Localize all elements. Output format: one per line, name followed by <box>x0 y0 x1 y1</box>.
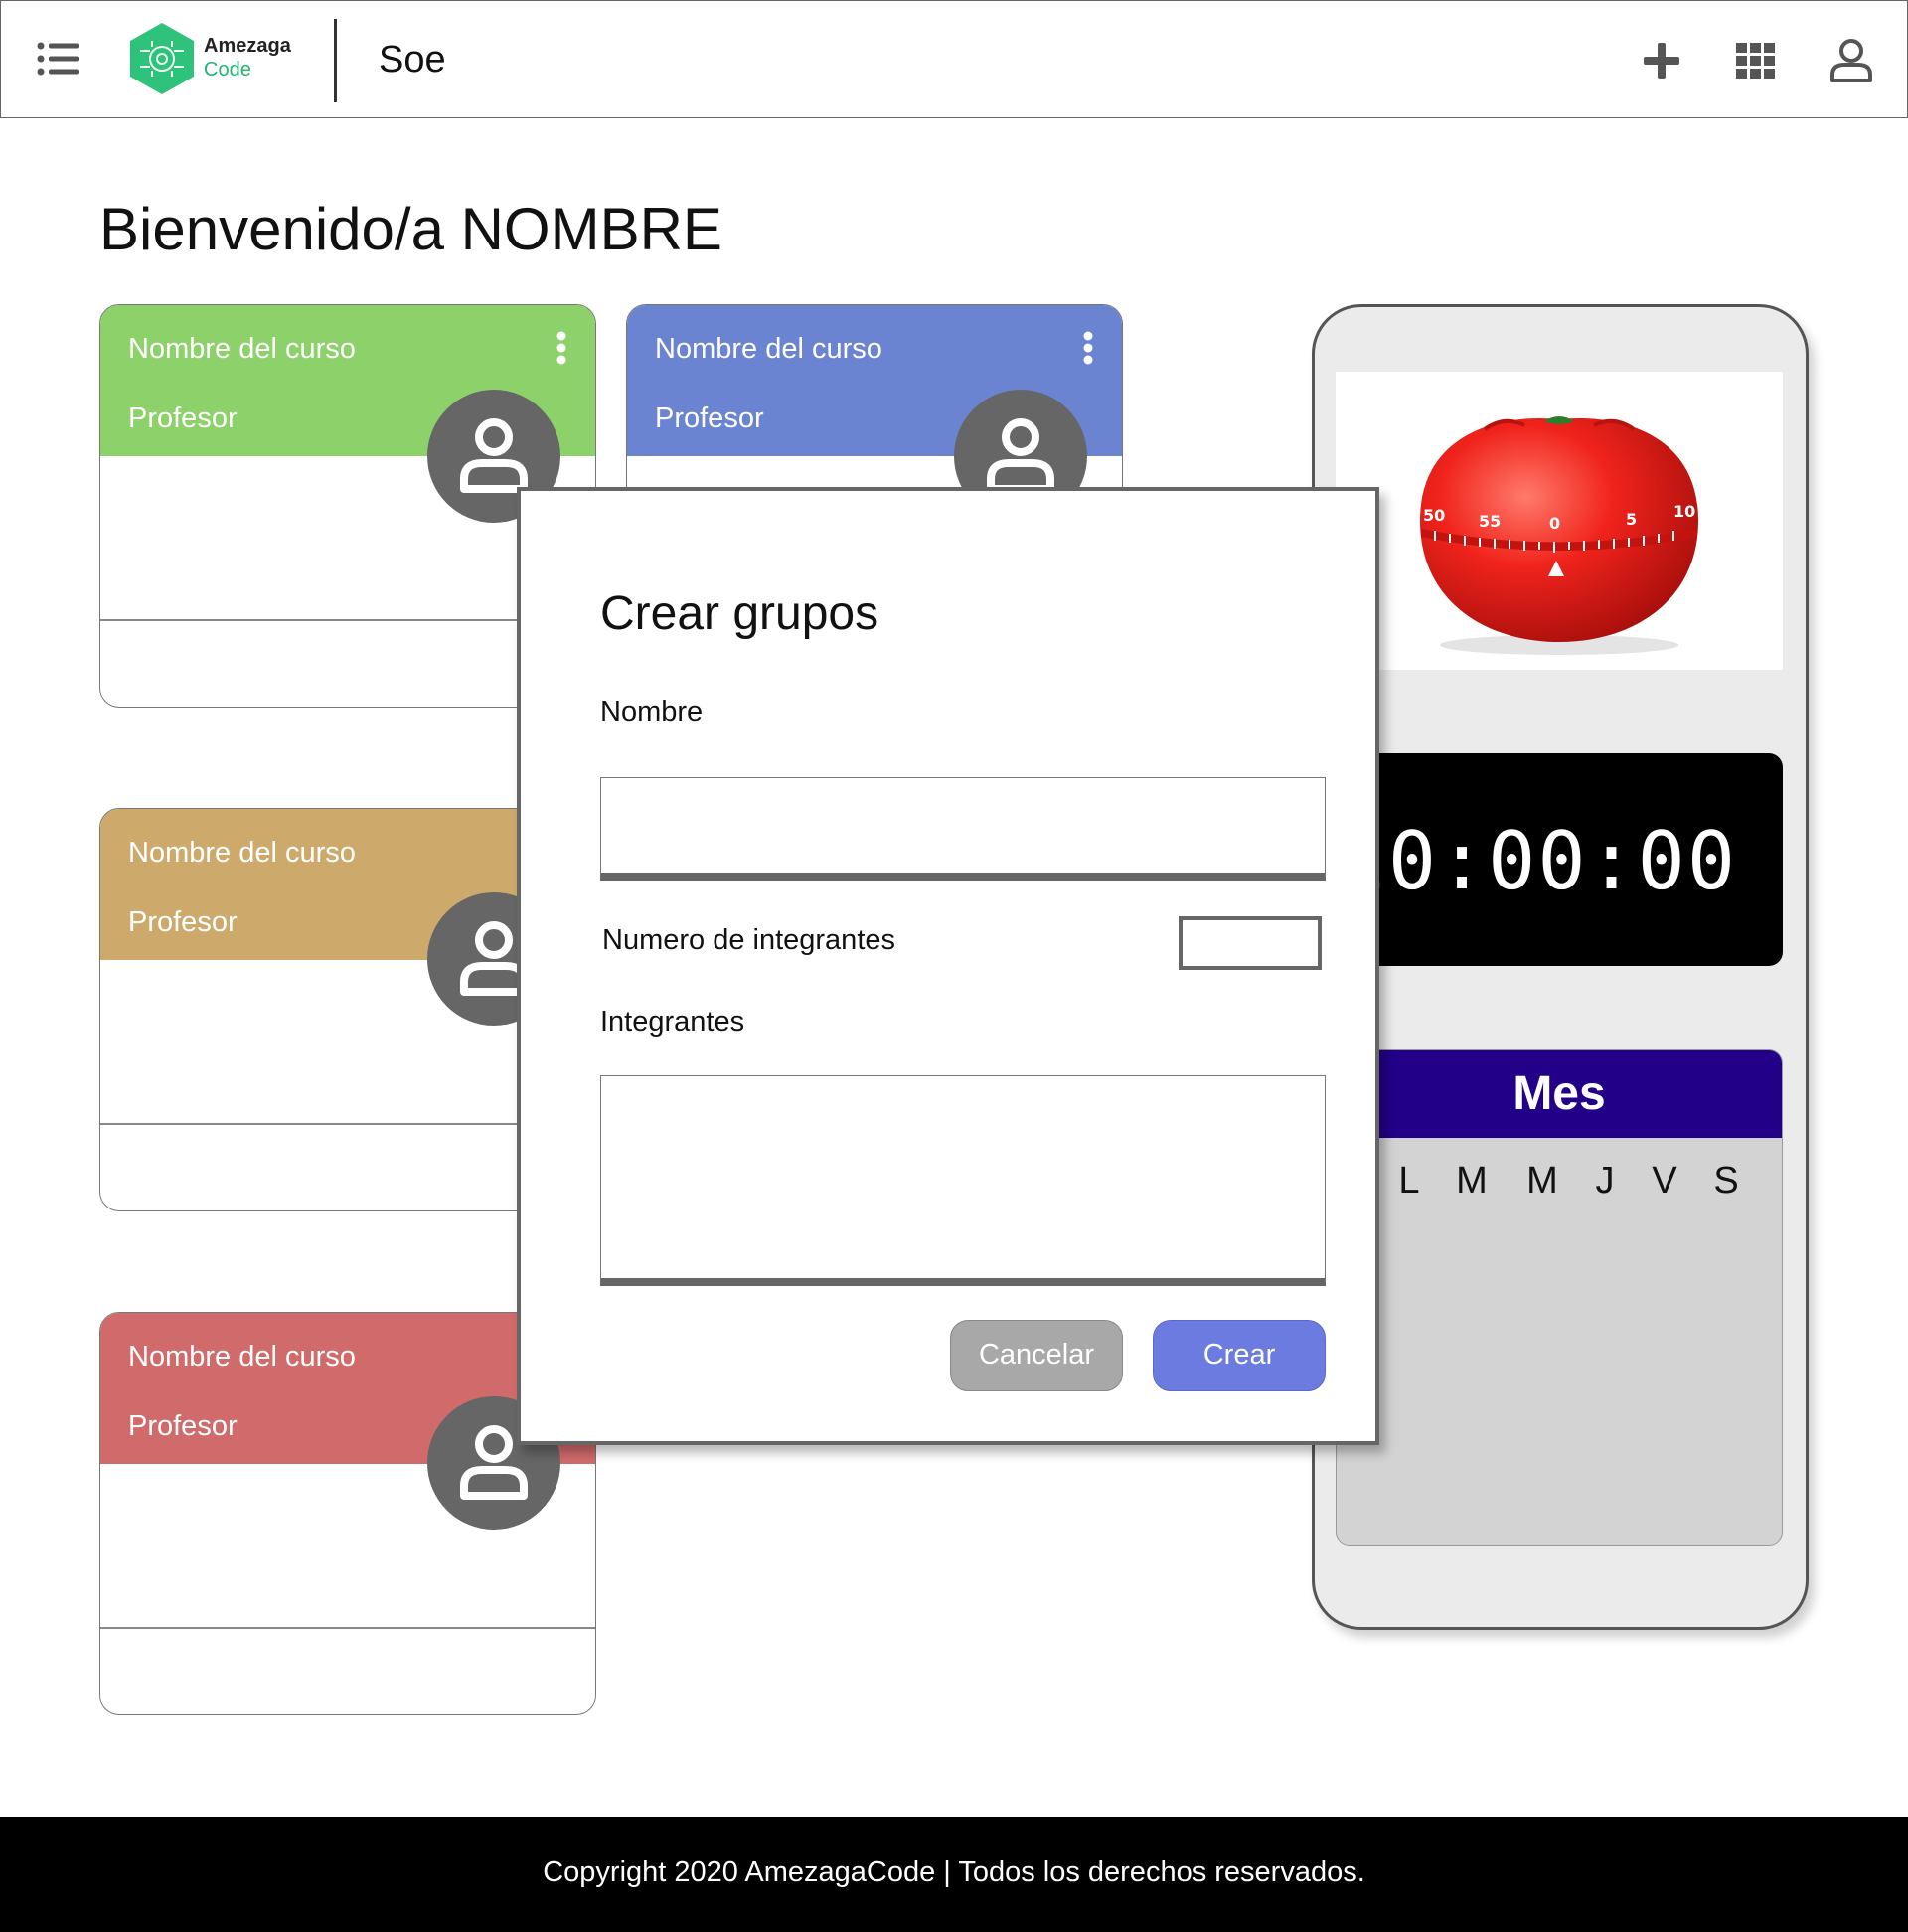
dial-label: 10 <box>1673 502 1695 521</box>
dial-label: 5 <box>1626 510 1637 529</box>
course-teacher: Profesor <box>655 402 764 434</box>
apps-grid-icon[interactable] <box>1732 37 1780 84</box>
logo[interactable]: Amezaga Code <box>128 21 297 100</box>
cancel-button[interactable]: Cancelar <box>950 1320 1123 1391</box>
dial-label: 50 <box>1423 506 1445 525</box>
top-bar: Amezaga Code Soe <box>0 0 1908 118</box>
group-name-input[interactable] <box>600 777 1326 881</box>
calendar-widget: Mes L M M J V S <box>1336 1049 1783 1546</box>
user-icon <box>987 418 1054 493</box>
card-divider <box>100 1627 595 1629</box>
page-title: Soe <box>379 39 446 80</box>
create-group-dialog: Crear grupos Nombre Numero de integrante… <box>517 487 1379 1445</box>
header-divider <box>334 19 337 102</box>
countdown-timer: 20:00:00 <box>1336 753 1783 966</box>
more-options-icon[interactable] <box>556 331 567 365</box>
members-label: Integrantes <box>600 1006 745 1038</box>
name-label: Nombre <box>600 696 704 727</box>
course-name: Nombre del curso <box>128 837 356 869</box>
calendar-weekday: S <box>1713 1160 1739 1202</box>
logo-text-amezaga: Amezaga <box>204 35 291 57</box>
calendar-weekday: V <box>1652 1160 1677 1202</box>
create-button[interactable]: Crear <box>1153 1320 1326 1391</box>
pomodoro-image: 50 55 0 5 10 <box>1336 372 1783 670</box>
course-teacher: Profesor <box>128 1410 238 1442</box>
welcome-heading: Bienvenido/a NOMBRE <box>99 196 722 262</box>
calendar-month-title: Mes <box>1512 1067 1606 1120</box>
logo-hex-icon <box>130 23 194 94</box>
menu-icon[interactable] <box>37 41 80 77</box>
course-name: Nombre del curso <box>128 1341 356 1372</box>
user-icon[interactable] <box>1828 37 1875 84</box>
calendar-weekday: L <box>1398 1160 1420 1202</box>
calendar-header: Mes <box>1337 1050 1782 1138</box>
members-textarea[interactable] <box>600 1075 1326 1286</box>
plus-icon[interactable] <box>1638 37 1685 84</box>
user-icon <box>460 418 528 493</box>
dial-label: 0 <box>1549 514 1560 533</box>
members-count-label: Numero de integrantes <box>602 924 895 956</box>
members-count-input[interactable] <box>1179 916 1322 970</box>
copyright-text: Copyright 2020 AmezagaCode | Todos los d… <box>543 1856 1365 1888</box>
course-teacher: Profesor <box>128 402 238 434</box>
footer: Copyright 2020 AmezagaCode | Todos los d… <box>0 1817 1908 1932</box>
more-options-icon[interactable] <box>1082 331 1094 365</box>
course-name: Nombre del curso <box>128 333 356 365</box>
course-name: Nombre del curso <box>655 333 882 365</box>
logo-text-code: Code <box>204 59 251 80</box>
calendar-weekday: J <box>1595 1160 1615 1202</box>
pomodoro-timer-icon: 50 55 0 5 10 <box>1420 416 1698 655</box>
dialog-title: Crear grupos <box>600 587 879 640</box>
dial-label: 55 <box>1479 512 1501 531</box>
timer-display: 20:00:00 <box>1338 815 1737 907</box>
calendar-weekday: M <box>1526 1160 1558 1202</box>
course-teacher: Profesor <box>128 906 238 938</box>
calendar-weekday: M <box>1456 1160 1488 1202</box>
